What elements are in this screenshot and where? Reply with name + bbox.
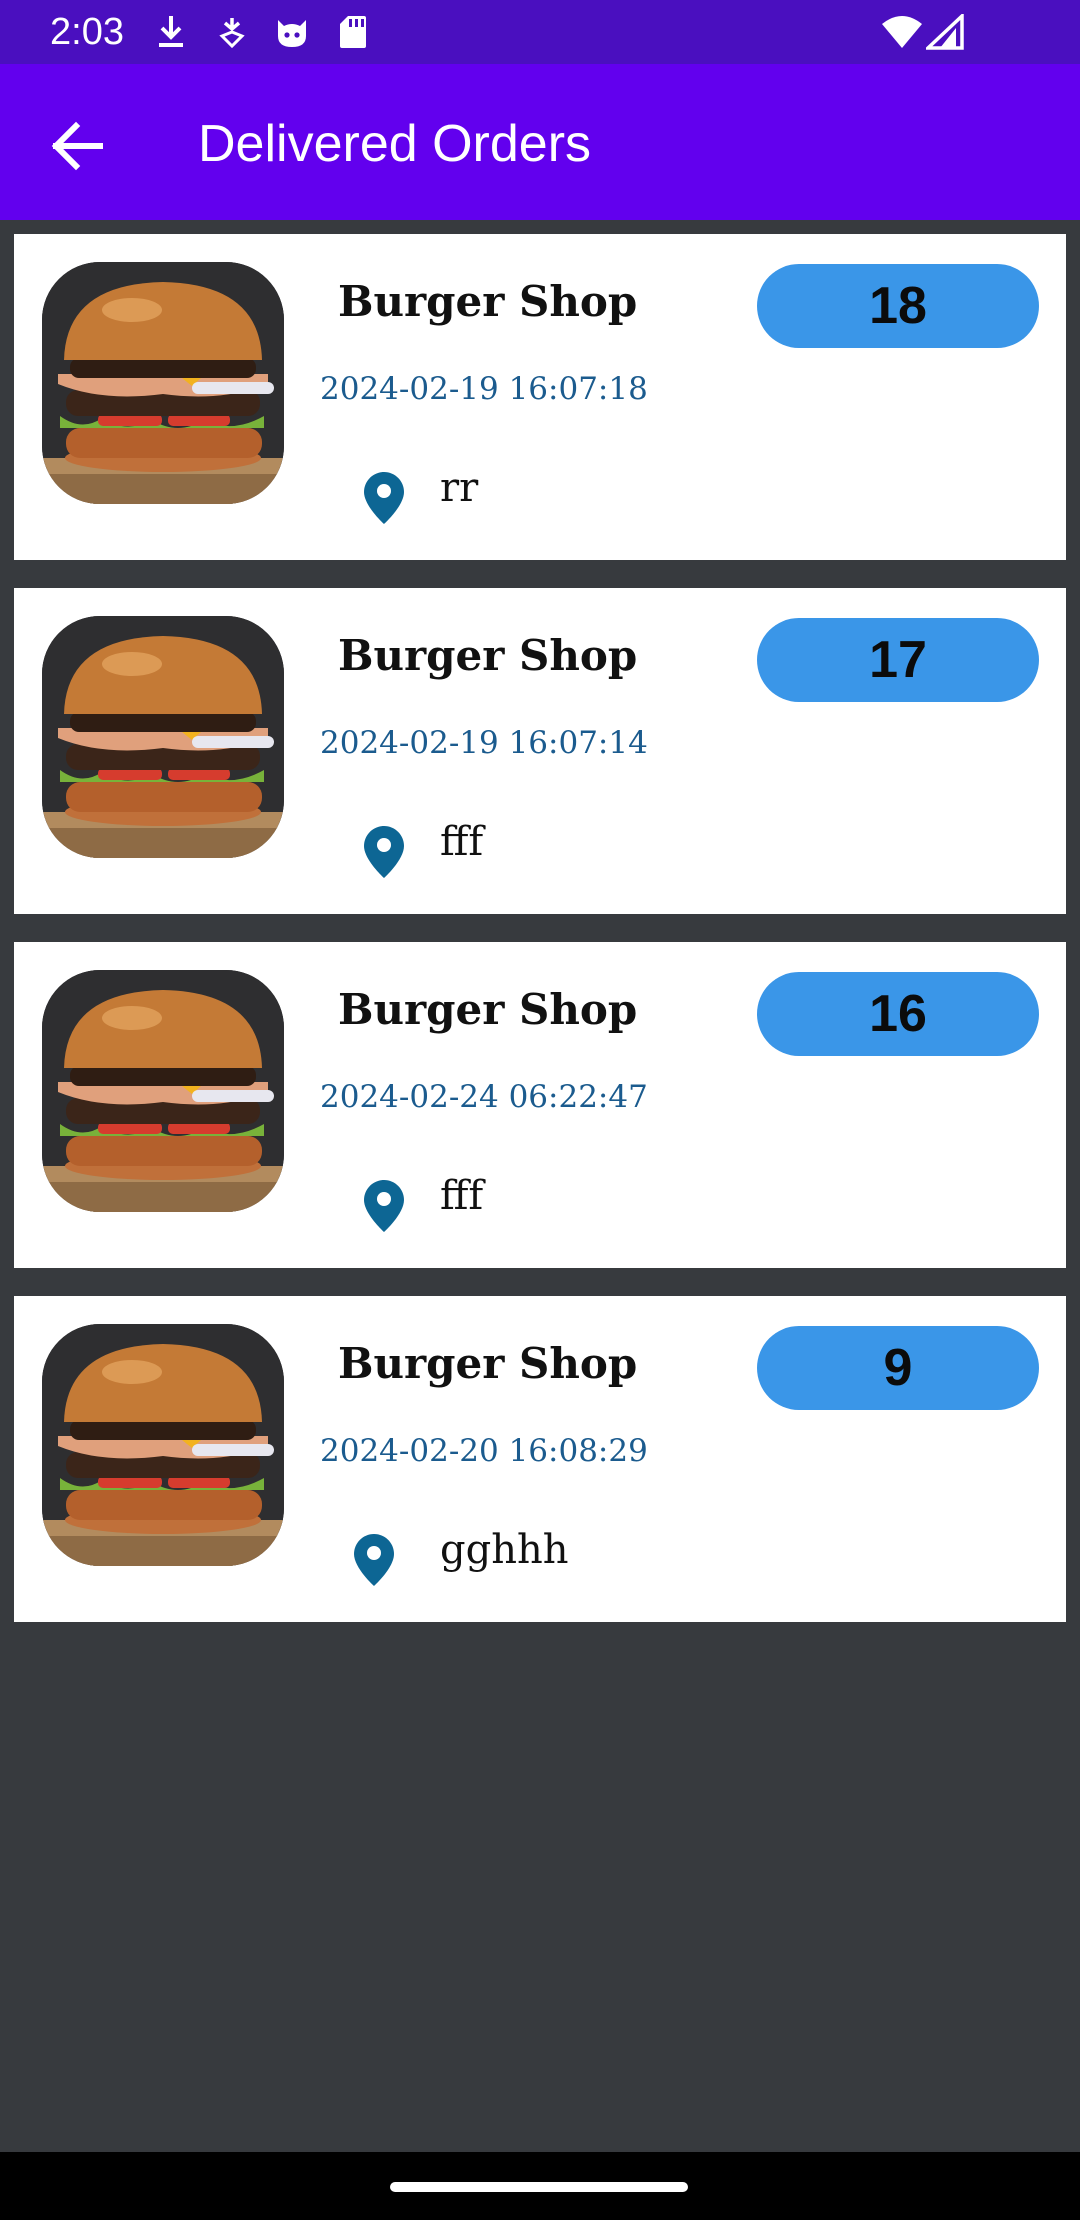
burger-image [42,262,284,504]
burger-image [42,616,284,858]
order-number-badge: 9 [757,1326,1039,1410]
order-date: 2024-02-24 06:22:47 [320,1079,648,1115]
location-pin-icon [364,826,404,878]
order-number-badge: 17 [757,618,1039,702]
delivery-address: rr [440,465,479,511]
order-date: 2024-02-19 16:07:14 [320,725,648,761]
delivery-address: gghhh [440,1527,569,1573]
status-time: 2:03 [50,11,124,53]
burger-image [42,970,284,1212]
app-bar: Delivered Orders [0,64,1080,220]
order-card[interactable]: Burger Shop 2024-02-19 16:07:18 rr 18 [14,234,1066,560]
order-card[interactable]: Burger Shop 2024-02-24 06:22:47 fff 16 [14,942,1066,1268]
location-pin-icon [354,1534,394,1586]
order-card[interactable]: Burger Shop 2024-02-20 16:08:29 gghhh 9 [14,1296,1066,1622]
cat-icon [278,20,306,47]
order-card[interactable]: Burger Shop 2024-02-19 16:07:14 fff 17 [14,588,1066,914]
location-pin-icon [364,472,404,524]
download-icon [159,16,183,47]
shop-name: Burger Shop [338,631,638,680]
delivery-address: fff [440,819,484,865]
cell-signal-icon [926,14,964,50]
system-nav-bar [0,2152,1080,2220]
burger-image [42,1324,284,1566]
page-title: Delivered Orders [198,115,592,173]
delivery-address: fff [440,1173,484,1219]
order-number-badge: 18 [757,264,1039,348]
wifi-icon [882,16,922,48]
location-pin-icon [364,1180,404,1232]
sd-card-icon [340,16,366,48]
shop-name: Burger Shop [338,277,638,326]
order-date: 2024-02-20 16:08:29 [320,1433,648,1469]
shop-name: Burger Shop [338,985,638,1034]
back-arrow-icon[interactable] [40,110,112,182]
order-number-badge: 16 [757,972,1039,1056]
order-date: 2024-02-19 16:07:18 [320,371,648,407]
status-bar: 2:03 [0,0,1080,64]
order-list: Burger Shop 2024-02-19 16:07:18 rr 18 Bu… [14,234,1066,1650]
shop-name: Burger Shop [338,1339,638,1388]
notification-icon [219,18,245,49]
home-gesture-bar[interactable] [390,2182,688,2192]
